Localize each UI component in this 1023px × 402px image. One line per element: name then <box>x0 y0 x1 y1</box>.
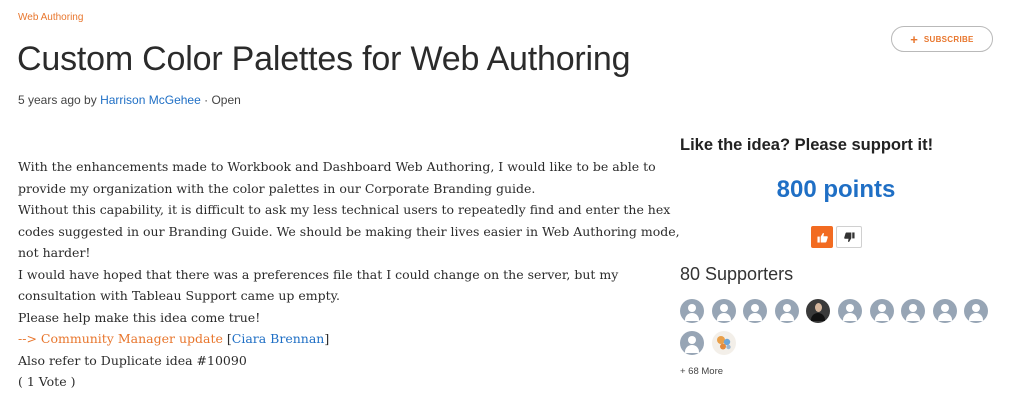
bracket-close: ] <box>324 331 330 346</box>
body-line: consultation with Tableau Support came u… <box>18 288 340 303</box>
idea-description: With the enhancements made to Workbook a… <box>18 156 680 393</box>
supporter-avatar-photo[interactable] <box>806 299 831 323</box>
author-link[interactable]: Harrison McGehee <box>100 93 201 107</box>
vote-up-button[interactable] <box>811 226 833 248</box>
supporter-avatar[interactable] <box>932 299 957 323</box>
more-supporters-link[interactable]: + 68 More <box>680 366 723 377</box>
points-total: 800 points <box>776 176 896 203</box>
body-line: Also refer to Duplicate idea #10090 <box>18 352 247 368</box>
subscribe-label: SUBSCRIBE <box>923 34 974 44</box>
supporter-avatar[interactable] <box>837 299 862 323</box>
supporter-avatar-logo[interactable] <box>711 331 736 355</box>
body-line: not harder! <box>18 245 91 260</box>
community-manager-update-link[interactable]: --> Community Manager update <box>18 331 223 346</box>
vote-count: ( 1 Vote ) <box>18 374 76 389</box>
body-line: provide my organization with the color p… <box>18 180 536 196</box>
brand-logo-icon <box>716 336 731 350</box>
supporter-avatar[interactable] <box>680 299 704 323</box>
community-update-line: --> Community Manager update [Ciara Bren… <box>18 328 668 350</box>
idea-meta: 5 years ago by Harrison McGehee · Open <box>18 93 241 107</box>
body-line: Without this capability, it is difficult… <box>18 202 671 217</box>
body-line: I would have hoped that there was a pref… <box>18 266 619 282</box>
supporter-avatar[interactable] <box>774 299 799 323</box>
thumbs-up-icon <box>816 232 828 243</box>
body-line: Please help make this idea come true! <box>18 309 261 325</box>
subscribe-button[interactable]: + SUBSCRIBE <box>891 26 993 52</box>
support-heading: Like the idea? Please support it! <box>680 136 934 154</box>
idea-status: Open <box>211 93 241 107</box>
supporter-avatar[interactable] <box>964 299 989 323</box>
supporter-avatar[interactable] <box>869 299 894 323</box>
supporter-avatar[interactable] <box>711 299 736 323</box>
body-line: codes suggested in our Branding Guide. W… <box>18 223 680 239</box>
supporters-count: 80 Supporters <box>680 264 794 284</box>
supporter-avatar[interactable] <box>680 331 704 355</box>
page-title: Custom Color Palettes for Web Authoring <box>17 40 631 78</box>
supporter-avatar[interactable] <box>743 299 768 323</box>
thumbs-down-icon <box>843 231 855 242</box>
vote-down-button[interactable] <box>836 226 862 248</box>
meta-separator: · <box>204 93 209 107</box>
supporter-avatar[interactable] <box>901 299 926 323</box>
breadcrumb-web-authoring[interactable]: Web Authoring <box>18 12 83 23</box>
ciara-brennan-link[interactable]: Ciara Brennan <box>232 331 325 346</box>
body-line: With the enhancements made to Workbook a… <box>18 159 656 174</box>
plus-icon: + <box>910 31 918 47</box>
supporters-avatars <box>680 299 996 355</box>
posted-age: 5 years ago by <box>18 93 97 107</box>
